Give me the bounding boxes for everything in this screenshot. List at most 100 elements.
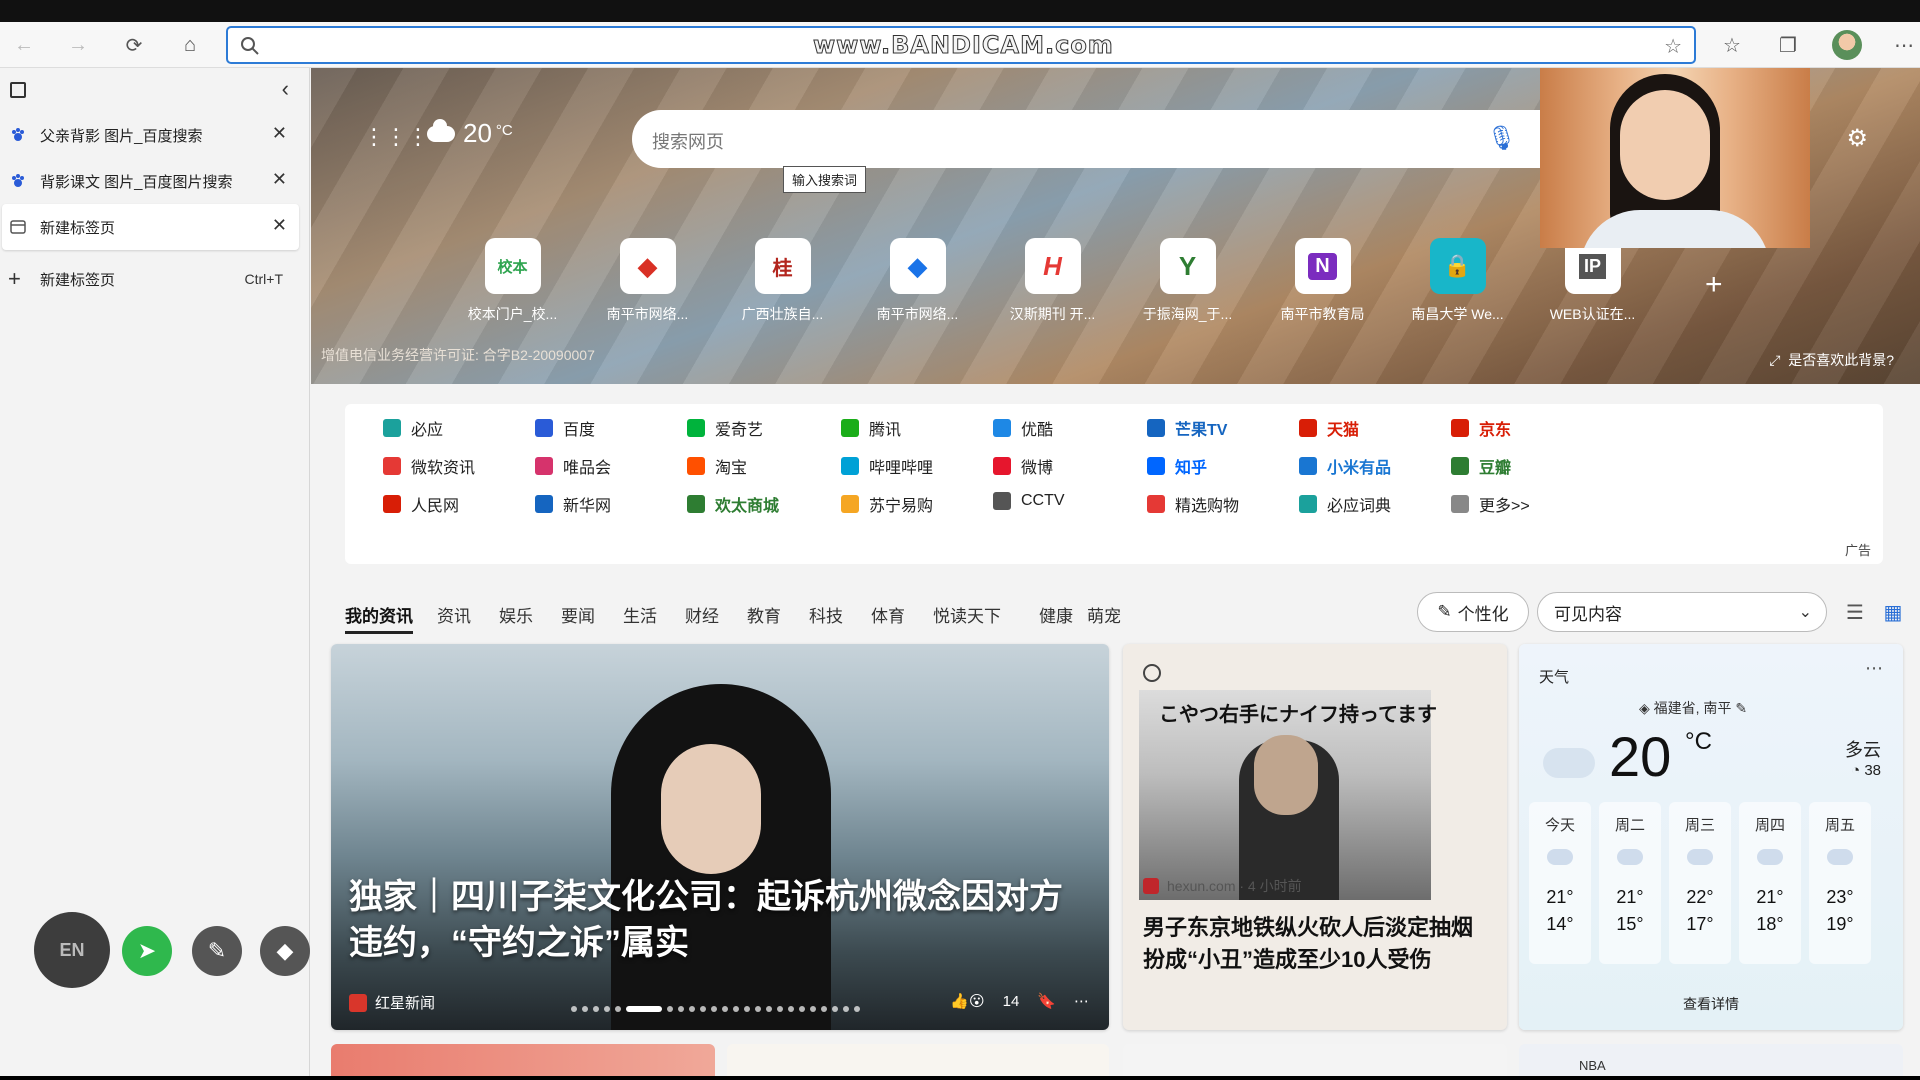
refresh-icon[interactable]: ⟳ xyxy=(120,31,148,59)
close-tab-icon[interactable]: ✕ xyxy=(272,123,287,144)
tab-news-10[interactable]: 健康 xyxy=(1039,602,1073,627)
close-tab-icon[interactable]: ✕ xyxy=(272,169,287,190)
tab-news-2[interactable]: 娱乐 xyxy=(499,602,533,627)
site-link[interactable]: 爱奇艺 xyxy=(687,416,763,440)
site-link[interactable]: 优酷 xyxy=(993,416,1053,440)
more-options-icon[interactable]: ⋯ xyxy=(1074,992,1089,1010)
site-link[interactable]: CCTV xyxy=(993,492,1065,510)
forward-icon[interactable]: → xyxy=(64,31,92,59)
site-link[interactable]: 腾讯 xyxy=(841,416,901,440)
tab-news-8[interactable]: 体育 xyxy=(871,602,905,627)
site-link[interactable]: 天猫 xyxy=(1299,416,1359,440)
tab-actions-icon[interactable] xyxy=(10,82,26,98)
site-link[interactable]: 微博 xyxy=(993,454,1053,478)
site-link[interactable]: 知乎 xyxy=(1147,454,1207,478)
news-card-preview[interactable] xyxy=(331,1044,715,1080)
quick-link[interactable]: IP WEB认证在... xyxy=(1525,238,1660,324)
featured-news-card[interactable]: 独家｜四川子柒文化公司：起诉杭州微念因对方违约，“守约之诉”属实 红星新闻 👍😮… xyxy=(331,644,1109,1030)
bookmark-icon[interactable]: 🔖 xyxy=(1037,992,1056,1010)
collapse-sidebar-icon[interactable]: ‹ xyxy=(282,76,289,102)
news-card[interactable]: こやつ右手にナイフ持ってます hexun.com · 4 小时前 男子东京地铁纵… xyxy=(1123,644,1507,1030)
site-link[interactable]: 新华网 xyxy=(535,492,611,516)
quick-link[interactable]: 桂广西壮族自... xyxy=(715,238,850,324)
quick-link[interactable]: 校本 校本门户_校... xyxy=(445,238,580,324)
site-link[interactable]: 必应词典 xyxy=(1299,492,1391,516)
back-icon[interactable]: ← xyxy=(10,31,38,59)
tab-news-5[interactable]: 财经 xyxy=(685,602,719,627)
close-tab-icon[interactable]: ✕ xyxy=(272,215,287,236)
weather-card[interactable]: 天气 ⋯ ◈ 福建省, 南平 ✎ 20 °C 多云 ◔ 38 今天 21° 14° 周… xyxy=(1519,644,1903,1030)
profile-avatar[interactable] xyxy=(1832,30,1862,60)
site-link[interactable]: 唯品会 xyxy=(535,454,611,478)
like-background-link[interactable]: ⤢ 是否喜欢此背景? xyxy=(1769,350,1894,370)
news-title[interactable]: 男子东京地铁纵火砍人后淡定抽烟 扮成“小丑”造成至少10人受伤 xyxy=(1143,912,1493,976)
quick-link[interactable]: H 汉斯期刊 开... xyxy=(985,238,1120,324)
site-link[interactable]: 必应 xyxy=(383,416,443,440)
page-settings-gear-icon[interactable]: ⚙ xyxy=(1846,124,1868,153)
weather-location[interactable]: ◈ 福建省, 南平 ✎ xyxy=(1639,698,1747,718)
favorite-star-icon[interactable]: ☆ xyxy=(1664,34,1682,59)
more-menu-icon[interactable]: ⋯ xyxy=(1890,31,1918,59)
add-quick-link-icon[interactable]: + xyxy=(1705,268,1723,302)
site-link[interactable]: 人民网 xyxy=(383,492,459,516)
news-card-preview[interactable] xyxy=(727,1044,1109,1080)
collections-icon[interactable]: ❐ xyxy=(1774,31,1802,59)
cursor-tool-button[interactable]: ➤ xyxy=(122,926,172,976)
home-icon[interactable]: ⌂ xyxy=(176,31,204,59)
tab-news-9[interactable]: 悦读天下 xyxy=(933,602,1001,627)
pen-tool-button[interactable]: ✎ xyxy=(192,926,242,976)
eraser-tool-button[interactable]: ◆ xyxy=(260,926,310,976)
forecast-day[interactable]: 周五 23° 19° xyxy=(1809,802,1871,964)
featured-headline[interactable]: 独家｜四川子柒文化公司：起诉杭州微念因对方违约，“守约之诉”属实 xyxy=(349,874,1089,966)
quick-link[interactable]: N 南平市教育局 xyxy=(1255,238,1390,324)
site-link[interactable]: 哔哩哔哩 xyxy=(841,454,933,478)
more-options-icon[interactable]: ⋯ xyxy=(1865,658,1883,679)
address-bar[interactable]: www.BANDICAM.com ☆ xyxy=(226,26,1696,64)
reactions-icon[interactable]: 👍😮 xyxy=(950,992,984,1010)
weather-details-link[interactable]: 查看详情 xyxy=(1519,994,1903,1014)
forecast-day[interactable]: 周四 21° 18° xyxy=(1739,802,1801,964)
quick-link[interactable]: Y 于振海网_于... xyxy=(1120,238,1255,324)
tab-item-1[interactable]: 父亲背影 图片_百度搜索 ✕ xyxy=(0,112,309,158)
apps-grid-icon[interactable]: ⋮⋮⋮ xyxy=(363,124,429,150)
tab-news-6[interactable]: 教育 xyxy=(747,602,781,627)
quick-link[interactable]: 🔒 南昌大学 We... xyxy=(1390,238,1525,324)
tab-news-1[interactable]: 资讯 xyxy=(437,602,471,627)
quick-link[interactable]: ◆ 南平市网络... xyxy=(580,238,715,324)
site-link[interactable]: 豆瓣 xyxy=(1451,454,1511,478)
site-link[interactable]: 芒果TV xyxy=(1147,416,1227,440)
site-link[interactable]: 小米有品 xyxy=(1299,454,1391,478)
forecast-day[interactable]: 周三 22° 17° xyxy=(1669,802,1731,964)
site-link[interactable]: 京东 xyxy=(1451,416,1511,440)
grid-view-icon[interactable]: ▦ xyxy=(1879,598,1907,626)
tab-news-3[interactable]: 要闻 xyxy=(561,602,595,627)
tab-news-4[interactable]: 生活 xyxy=(623,602,657,627)
microphone-icon[interactable]: 🎙 xyxy=(1487,124,1517,153)
language-toggle-button[interactable]: EN xyxy=(34,912,110,988)
personalize-button[interactable]: ✎ 个性化 xyxy=(1417,592,1529,632)
site-link[interactable]: 精选购物 xyxy=(1147,492,1239,516)
tab-news-0[interactable]: 我的资讯 xyxy=(345,602,413,634)
site-link[interactable]: 淘宝 xyxy=(687,454,747,478)
hero-weather[interactable]: 20 °C xyxy=(427,118,513,149)
news-card-preview[interactable] xyxy=(1123,1044,1507,1080)
forecast-day[interactable]: 周二 21° 15° xyxy=(1599,802,1661,964)
carousel-dots[interactable] xyxy=(571,1006,860,1012)
favorites-icon[interactable]: ☆ xyxy=(1718,31,1746,59)
list-view-icon[interactable]: ☰ xyxy=(1841,598,1869,626)
new-tab-button[interactable]: + 新建标签页 Ctrl+T xyxy=(0,256,309,302)
tab-news-11[interactable]: 萌宠 xyxy=(1087,602,1121,627)
web-search-box[interactable]: 搜索网页 🎙 xyxy=(632,110,1547,168)
site-link[interactable]: 欢太商城 xyxy=(687,492,779,516)
nba-card-preview[interactable]: NBA xyxy=(1519,1044,1903,1080)
tab-item-2[interactable]: 背影课文 图片_百度图片搜索 ✕ xyxy=(0,158,309,204)
site-link[interactable]: 百度 xyxy=(535,416,595,440)
visible-content-dropdown[interactable]: 可见内容 ⌄ xyxy=(1537,592,1827,632)
forecast-day[interactable]: 今天 21° 14° xyxy=(1529,802,1591,964)
site-link[interactable]: 苏宁易购 xyxy=(841,492,933,516)
tab-news-7[interactable]: 科技 xyxy=(809,602,843,627)
site-link[interactable]: 更多>> xyxy=(1451,492,1530,516)
site-link[interactable]: 微软资讯 xyxy=(383,454,475,478)
tab-item-3-active[interactable]: 新建标签页 ✕ xyxy=(2,204,299,250)
quick-link[interactable]: ◆ 南平市网络... xyxy=(850,238,985,324)
